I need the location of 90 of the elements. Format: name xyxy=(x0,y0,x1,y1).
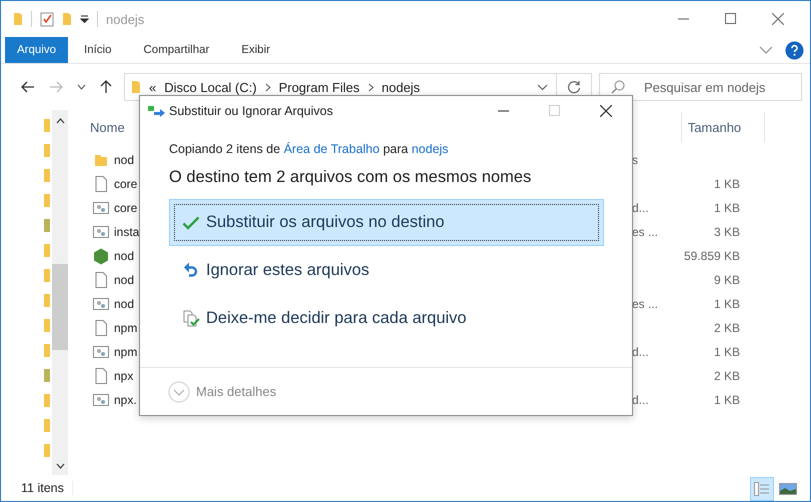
option-button[interactable]: Deixe-me decidir para cada arquivo xyxy=(169,295,604,342)
search-field[interactable]: Pesquisar em nodejs xyxy=(599,73,802,101)
breadcrumb[interactable]: Disco Local (C:) xyxy=(164,80,257,94)
folder-icon[interactable] xyxy=(44,293,50,307)
window-title: nodejs xyxy=(106,12,144,26)
checkmark-icon xyxy=(182,216,200,230)
chevron-down-icon[interactable] xyxy=(56,463,64,469)
file-size: 3 KB xyxy=(714,225,740,239)
file-size: 2 KB xyxy=(714,321,740,335)
chevron-down-icon[interactable] xyxy=(77,84,86,90)
undo-arrow-icon xyxy=(184,262,198,279)
forward-arrow-icon[interactable] xyxy=(49,81,63,93)
file-size: 1 KB xyxy=(714,345,740,359)
folder-icon[interactable] xyxy=(44,343,50,357)
folder-icon[interactable] xyxy=(44,168,50,182)
dropdown-arrow-icon[interactable] xyxy=(80,15,89,23)
chevron-circle-icon xyxy=(168,380,190,402)
file-size: 1 KB xyxy=(714,177,740,191)
back-arrow-icon[interactable] xyxy=(21,81,35,93)
document-icon xyxy=(93,176,109,192)
folder-icon[interactable] xyxy=(44,118,50,132)
folder-icon[interactable] xyxy=(44,443,50,457)
script-file-icon xyxy=(93,201,109,215)
breadcrumb[interactable]: Program Files xyxy=(278,80,360,94)
maximize-icon[interactable] xyxy=(725,13,737,25)
chevron-right-icon[interactable] xyxy=(368,82,374,92)
file-size: 59.859 KB xyxy=(684,249,740,263)
scrollbar[interactable] xyxy=(52,110,68,475)
search-icon xyxy=(611,80,625,94)
chevron-up-icon[interactable] xyxy=(56,118,64,124)
folder-link[interactable]: Área de Trabalho xyxy=(284,142,380,156)
folder-icon[interactable] xyxy=(44,193,50,207)
dialog-title: Substituir ou Ignorar Arquivos xyxy=(169,104,333,118)
file-size: 2 KB xyxy=(714,369,740,383)
file-size: 1 KB xyxy=(714,201,740,215)
script-file-icon xyxy=(93,297,109,311)
dialog-heading: O destino tem 2 arquivos com os mesmos nomes xyxy=(169,168,532,187)
breadcrumb[interactable]: nodejs xyxy=(382,80,420,94)
close-icon[interactable] xyxy=(600,105,612,117)
ribbon-tab[interactable]: Exibir xyxy=(225,37,286,63)
ribbon-tab[interactable]: Compartilhar xyxy=(128,37,226,63)
script-file-icon xyxy=(93,225,109,239)
landscape-view-icon xyxy=(779,483,797,495)
hexagon-icon xyxy=(93,248,109,264)
folder-icon[interactable] xyxy=(44,418,50,432)
item-count: 11 itens xyxy=(21,481,73,495)
file-size: 1 KB xyxy=(714,297,740,311)
maximize-icon xyxy=(549,105,561,117)
help-icon[interactable] xyxy=(785,40,804,60)
folder-icon[interactable] xyxy=(13,12,23,26)
folder-icon[interactable] xyxy=(44,318,50,332)
folder-link[interactable]: nodejs xyxy=(412,142,448,156)
copy-arrow-icon xyxy=(148,105,165,117)
details-view-button[interactable] xyxy=(750,477,774,501)
file-size: 1 KB xyxy=(714,393,740,407)
close-icon[interactable] xyxy=(772,13,784,25)
ribbon-tab[interactable]: Arquivo xyxy=(5,37,68,63)
folder-icon xyxy=(131,80,141,94)
folder-icon[interactable] xyxy=(44,143,50,157)
file-type: es ... xyxy=(632,225,658,239)
option-button[interactable]: Ignorar estes arquivos xyxy=(169,247,604,294)
folder-icon[interactable] xyxy=(62,12,72,26)
option-button[interactable]: Substituir os arquivos no destino xyxy=(169,199,604,246)
scrollbar-thumb[interactable] xyxy=(52,264,68,350)
folder-icon[interactable] xyxy=(44,368,50,382)
folder-icon[interactable] xyxy=(44,243,50,257)
document-icon xyxy=(93,272,109,288)
folder-icon xyxy=(93,153,109,167)
column-header[interactable]: Tamanho xyxy=(680,112,766,142)
breadcrumb-overflow[interactable]: « xyxy=(149,80,156,94)
up-arrow-icon[interactable] xyxy=(100,80,112,94)
chevron-down-icon[interactable] xyxy=(537,84,548,90)
column-header[interactable]: Nome xyxy=(90,120,125,134)
document-icon xyxy=(93,368,109,384)
document-icon xyxy=(93,320,109,336)
chevron-right-icon[interactable] xyxy=(264,82,271,92)
folder-icon[interactable] xyxy=(44,393,50,407)
copy-check-icon xyxy=(182,310,200,328)
folder-icon[interactable] xyxy=(44,218,50,232)
script-file-icon xyxy=(93,345,109,359)
file-size: 9 KB xyxy=(714,273,740,287)
script-file-icon xyxy=(93,393,109,407)
list-view-icon xyxy=(754,482,770,496)
checklist-icon[interactable] xyxy=(40,11,54,27)
refresh-icon xyxy=(567,80,581,94)
file-type: es ... xyxy=(632,297,658,311)
more-details-toggle[interactable]: Mais detalhes xyxy=(168,380,276,402)
folder-icon[interactable] xyxy=(44,268,50,282)
ribbon-tab[interactable]: Início xyxy=(68,37,128,63)
copy-summary: Copiando 2 itens de Área de Trabalho para nodejs xyxy=(169,142,450,156)
